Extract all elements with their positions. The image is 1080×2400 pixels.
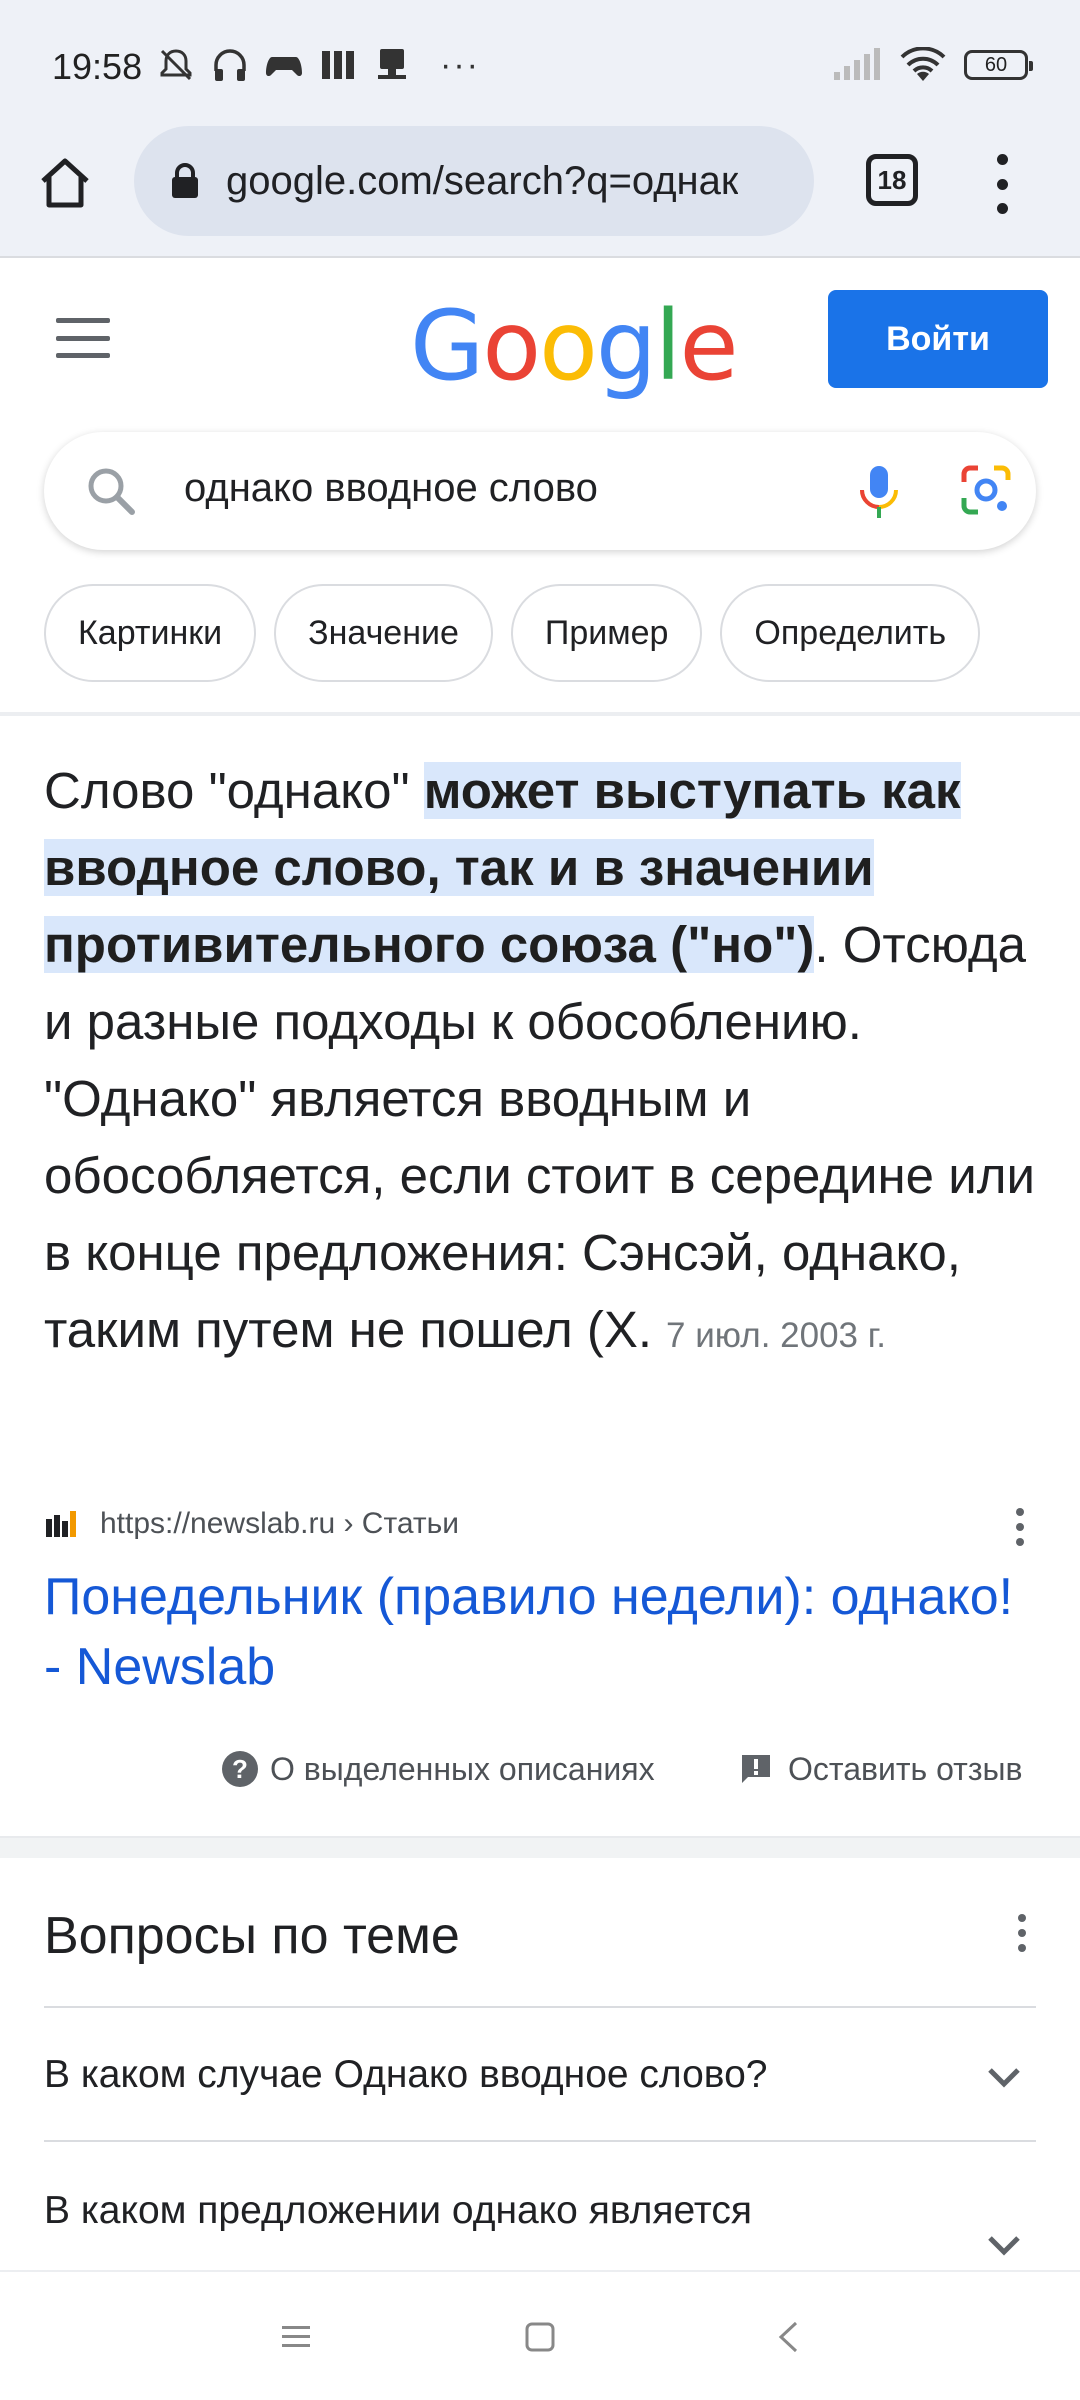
chip-example[interactable]: Пример: [510, 584, 703, 682]
chevron-down-icon[interactable]: [984, 2226, 1024, 2266]
more-dot: [1016, 1538, 1024, 1546]
google-logo[interactable]: Google: [410, 290, 739, 402]
about-featured-snippets-link[interactable]: ? О выделенных описаниях: [222, 1744, 655, 1794]
url-text[interactable]: google.com/search?q=однак: [226, 159, 738, 204]
snippet-lead: Слово "однако": [44, 762, 424, 819]
more-notifications-indicator: ···: [440, 45, 480, 84]
main-menu-button[interactable]: [56, 318, 110, 358]
tab-switcher-button[interactable]: 18: [866, 154, 918, 206]
snippet-rest: . Отсюда и разные подходы к обособлению.…: [44, 916, 1035, 1358]
stamp-icon: [378, 49, 406, 79]
address-bar[interactable]: google.com/search?q=однак: [134, 126, 814, 236]
search-icon[interactable]: [84, 464, 138, 518]
faq-question-2[interactable]: В каком предложении однако является: [44, 2184, 924, 2238]
more-dot: [1018, 1914, 1026, 1922]
snippet-date: 7 июл. 2003 г.: [666, 1316, 886, 1355]
chip-meaning[interactable]: Значение: [274, 584, 493, 682]
square-home-icon: [525, 2322, 555, 2352]
home-icon: [41, 158, 89, 208]
faq-divider: [44, 2006, 1036, 2008]
signal-icon: [834, 48, 880, 80]
search-filter-chips: Картинки Значение Пример Определить: [44, 584, 1080, 684]
result-title-link[interactable]: Понедельник (правило недели): однако! - …: [44, 1562, 1044, 1702]
sign-in-button[interactable]: Войти: [828, 290, 1048, 388]
app-icon: [322, 51, 354, 79]
more-dot: [1018, 1929, 1026, 1937]
microphone-icon[interactable]: [854, 462, 904, 522]
google-lens-icon[interactable]: [958, 462, 1014, 518]
gamepad-icon: [266, 57, 302, 77]
result-source[interactable]: https://newslab.ru › Статьи: [44, 1502, 1044, 1546]
chip-images[interactable]: Картинки: [44, 584, 257, 682]
logo-letter: G: [410, 290, 484, 402]
nav-recents-button[interactable]: [266, 2312, 326, 2362]
more-dot: [1018, 1944, 1026, 1952]
menu-line: [56, 335, 110, 341]
browser-toolbar: google.com/search?q=однак 18: [0, 118, 1080, 258]
chevron-down-icon[interactable]: [984, 2058, 1024, 2098]
chip-define[interactable]: Определить: [720, 584, 981, 682]
menu-dot: [996, 178, 1008, 190]
menu-lines-icon: [282, 2326, 310, 2347]
home-button[interactable]: [30, 148, 100, 218]
related-questions-more-button[interactable]: [1014, 1914, 1030, 1952]
result-source-url: https://newslab.ru › Статьи: [100, 1507, 460, 1540]
section-divider: [0, 712, 1080, 716]
logo-letter: o: [482, 290, 541, 402]
featured-snippet-text: Слово "однако" может выступать как вводн…: [44, 752, 1044, 1374]
logo-letter: l: [654, 290, 682, 402]
logo-letter: e: [679, 290, 738, 402]
more-dot: [1016, 1508, 1024, 1516]
nav-home-button[interactable]: [510, 2312, 570, 2362]
related-questions-title: Вопросы по теме: [44, 1907, 460, 1965]
battery-icon: 60: [964, 50, 1033, 80]
faq-question-1[interactable]: В каком случае Однако вводное слово?: [44, 2048, 924, 2102]
more-dot: [1016, 1523, 1024, 1531]
logo-letter: o: [539, 290, 598, 402]
mute-icon: [160, 49, 192, 81]
feedback-link[interactable]: Оставить отзыв: [738, 1744, 1023, 1794]
status-time: 19:58: [52, 46, 143, 87]
search-box[interactable]: однако вводное слово: [44, 432, 1036, 550]
feedback-label: Оставить отзыв: [788, 1750, 1023, 1787]
browser-menu-button[interactable]: [980, 154, 1024, 214]
help-icon: ?: [222, 1751, 258, 1787]
nav-back-button[interactable]: [758, 2312, 818, 2362]
headphones-icon: [214, 49, 246, 81]
about-featured-snippets-label: О выделенных описаниях: [270, 1750, 655, 1787]
faq-divider: [44, 2140, 1036, 2142]
feedback-icon: [742, 1755, 770, 1783]
status-notification-icons: ···: [156, 44, 480, 86]
status-bar: 19:58 ··· 60: [0, 0, 1080, 118]
back-icon: [778, 2321, 798, 2353]
menu-dot: [996, 154, 1008, 165]
wifi-icon: [900, 47, 946, 81]
menu-line: [56, 353, 110, 358]
menu-dot: [996, 203, 1008, 214]
newslab-favicon-icon: [46, 1511, 76, 1537]
search-input[interactable]: однако вводное слово: [184, 466, 598, 511]
logo-letter: g: [595, 290, 657, 402]
status-system-icons: 60: [832, 44, 1033, 86]
menu-line: [56, 318, 110, 323]
section-separator: [0, 1836, 1080, 1858]
lock-icon: [172, 163, 198, 198]
system-navigation-bar: [0, 2270, 1080, 2400]
result-more-button[interactable]: [1012, 1508, 1028, 1546]
